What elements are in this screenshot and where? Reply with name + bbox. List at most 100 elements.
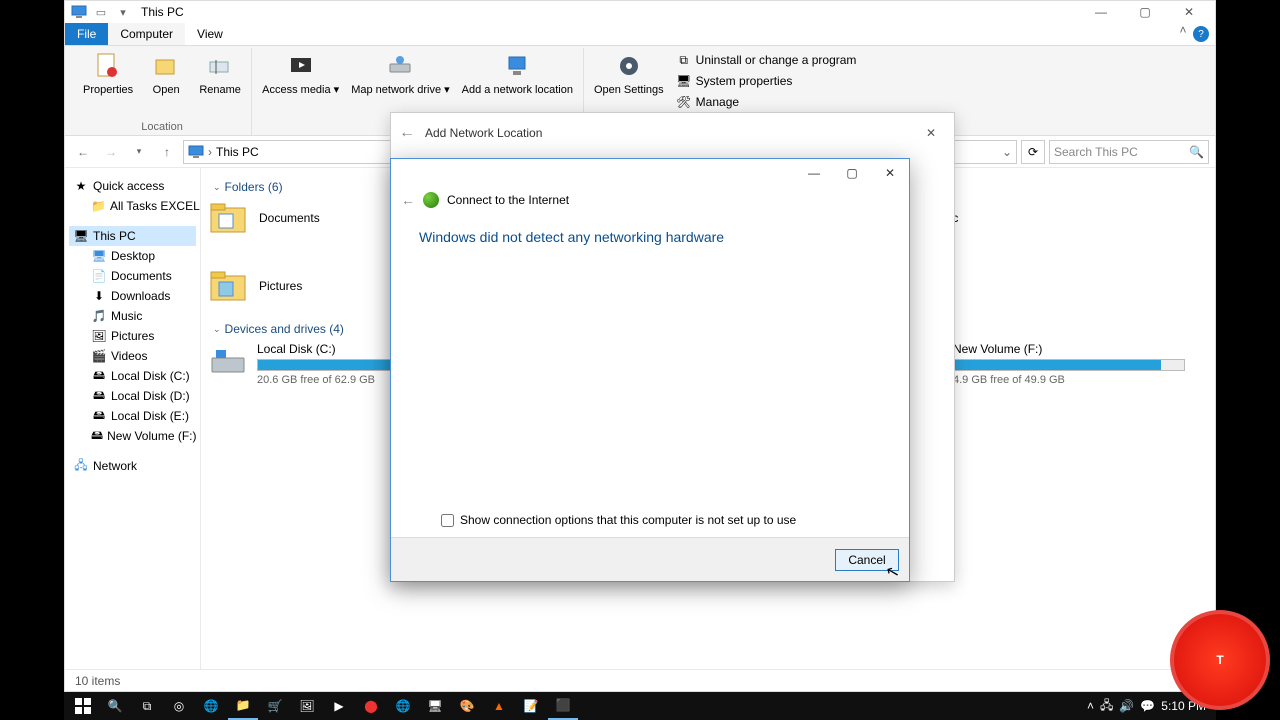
downloads-icon: ⬇ <box>91 288 107 304</box>
map-drive-icon <box>384 50 416 82</box>
properties-button[interactable]: Properties <box>79 48 137 98</box>
tray-chevron-icon[interactable]: ˄ <box>1087 699 1094 713</box>
start-button[interactable] <box>68 692 98 720</box>
open-button[interactable]: Open <box>141 48 191 98</box>
drive-icon: 🖴 <box>91 428 103 444</box>
star-icon: ★ <box>73 178 89 194</box>
dialog-maximize-button[interactable]: ▢ <box>833 159 871 187</box>
wizard-close-button[interactable]: ✕ <box>916 126 946 140</box>
folder-documents[interactable]: Documents <box>209 200 409 236</box>
thispc-icon <box>188 145 204 159</box>
breadcrumb[interactable]: This PC <box>216 145 259 159</box>
folder-icon: 📁 <box>91 198 106 214</box>
drive-icon: 🖴 <box>91 368 107 384</box>
tree-item-excel[interactable]: 📁All Tasks EXCEL📌 <box>69 196 196 216</box>
tab-file[interactable]: File <box>65 23 108 45</box>
tree-local-disk-d[interactable]: 🖴Local Disk (D:) <box>69 386 196 406</box>
tree-downloads[interactable]: ⬇Downloads <box>69 286 196 306</box>
taskbar-vlc[interactable]: ▲ <box>484 692 514 720</box>
folder-pictures[interactable]: Pictures <box>209 268 409 304</box>
dialog-minimize-button[interactable]: — <box>795 159 833 187</box>
manage-button[interactable]: 🛠Manage <box>672 92 861 112</box>
window-title: This PC <box>141 5 184 19</box>
open-icon <box>150 50 182 82</box>
tree-local-disk-e[interactable]: 🖴Local Disk (E:) <box>69 406 196 426</box>
uninstall-icon: ⧉ <box>676 52 692 68</box>
tree-this-pc[interactable]: 🖥This PC <box>69 226 196 246</box>
wizard-title: Add Network Location <box>425 126 542 140</box>
maximize-button[interactable]: ▢ <box>1123 1 1167 23</box>
dialog-title: Connect to the Internet <box>447 193 569 207</box>
taskbar-app-10[interactable]: ⬛ <box>548 692 578 720</box>
tree-pictures[interactable]: 🖼Pictures <box>69 326 196 346</box>
taskbar-app-6[interactable]: ⬤ <box>356 692 386 720</box>
open-settings-button[interactable]: Open Settings <box>590 48 668 112</box>
taskbar-chrome[interactable]: 🌐 <box>388 692 418 720</box>
tree-quick-access[interactable]: ★Quick access <box>69 176 196 196</box>
ribbon-collapse-icon[interactable]: ˄ <box>1173 23 1193 45</box>
tree-network[interactable]: 🖧Network <box>69 456 196 476</box>
search-button[interactable]: 🔍 <box>100 692 130 720</box>
thispc-icon <box>69 3 89 21</box>
address-dropdown-icon[interactable]: ⌄ <box>1002 145 1012 159</box>
access-media-button[interactable]: Access media ▾ <box>258 48 343 98</box>
qat-properties-icon[interactable]: ▭ <box>91 3 111 21</box>
show-options-checkbox[interactable] <box>441 514 454 527</box>
nav-back-button[interactable]: ← <box>71 140 95 164</box>
tree-desktop[interactable]: 🖥Desktop <box>69 246 196 266</box>
nav-recent-button[interactable]: ▾ <box>127 140 151 164</box>
watermark-logo: T <box>1170 610 1270 710</box>
taskbar-app-8[interactable]: 🎨 <box>452 692 482 720</box>
add-network-location-button[interactable]: Add a network location <box>458 48 577 98</box>
taskbar-app-9[interactable]: 📝 <box>516 692 546 720</box>
taskbar-app-3[interactable]: 🛒 <box>260 692 290 720</box>
rename-icon <box>204 50 236 82</box>
tree-local-disk-c[interactable]: 🖴Local Disk (C:) <box>69 366 196 386</box>
cancel-button[interactable]: Cancel <box>835 549 899 571</box>
tree-documents[interactable]: 📄Documents <box>69 266 196 286</box>
taskbar: 🔍 ⧉ ◎ 🌐 📁 🛒 🖼 ▶ ⬤ 🌐 🖥 🎨 ▲ 📝 ⬛ ˄ 🖧 🔊 💬 5:… <box>64 692 1216 720</box>
tree-videos[interactable]: 🎬Videos <box>69 346 196 366</box>
nav-forward-button[interactable]: → <box>99 140 123 164</box>
rename-button[interactable]: Rename <box>195 48 245 98</box>
checkbox-label: Show connection options that this comput… <box>460 513 796 527</box>
close-button[interactable]: ✕ <box>1167 1 1211 23</box>
tab-computer[interactable]: Computer <box>108 23 185 45</box>
folder-icon <box>209 268 249 304</box>
tree-new-volume-f[interactable]: 🖴New Volume (F:) <box>69 426 196 446</box>
ribbon-tabs: File Computer View ˄ ? <box>65 23 1215 46</box>
taskbar-app-1[interactable]: ◎ <box>164 692 194 720</box>
tree-music[interactable]: 🎵Music <box>69 306 196 326</box>
system-properties-button[interactable]: 🖥System properties <box>672 71 861 91</box>
uninstall-program-button[interactable]: ⧉Uninstall or change a program <box>672 50 861 70</box>
network-icon: 🖧 <box>73 458 89 474</box>
qat-dropdown-icon[interactable]: ▾ <box>113 3 133 21</box>
tray-network-icon[interactable]: 🖧 <box>1100 696 1113 717</box>
videos-icon: 🎬 <box>91 348 107 364</box>
drive-free-text: 4.9 GB free of 49.9 GB <box>953 374 1185 386</box>
taskbar-app-7[interactable]: 🖥 <box>420 692 450 720</box>
taskbar-explorer[interactable]: 📁 <box>228 692 258 720</box>
refresh-button[interactable]: ⟳ <box>1021 140 1045 164</box>
nav-up-button[interactable]: ↑ <box>155 140 179 164</box>
tray-action-center-icon[interactable]: 💬 <box>1140 699 1155 713</box>
search-icon: 🔍 <box>1189 145 1204 159</box>
taskbar-app-5[interactable]: ▶ <box>324 692 354 720</box>
task-view-button[interactable]: ⧉ <box>132 692 162 720</box>
thispc-icon: 🖥 <box>73 228 89 244</box>
taskbar-app-4[interactable]: 🖼 <box>292 692 322 720</box>
status-bar: 10 items <box>65 669 1215 691</box>
dialog-back-button[interactable]: ← <box>401 192 415 208</box>
taskbar-app-2[interactable]: 🌐 <box>196 692 226 720</box>
wizard-back-button[interactable]: ← <box>399 124 415 142</box>
search-input[interactable]: Search This PC 🔍 <box>1049 140 1209 164</box>
connect-internet-dialog: — ▢ ✕ ← Connect to the Internet Windows … <box>390 158 910 582</box>
titlebar: ▭ ▾ This PC — ▢ ✕ <box>65 1 1215 23</box>
help-icon[interactable]: ? <box>1193 26 1209 42</box>
tab-view[interactable]: View <box>185 23 235 45</box>
tray-volume-icon[interactable]: 🔊 <box>1119 699 1134 713</box>
map-network-drive-button[interactable]: Map network drive ▾ <box>347 48 453 98</box>
dialog-close-button[interactable]: ✕ <box>871 159 909 187</box>
drive-icon: 🖴 <box>91 408 107 424</box>
minimize-button[interactable]: — <box>1079 1 1123 23</box>
